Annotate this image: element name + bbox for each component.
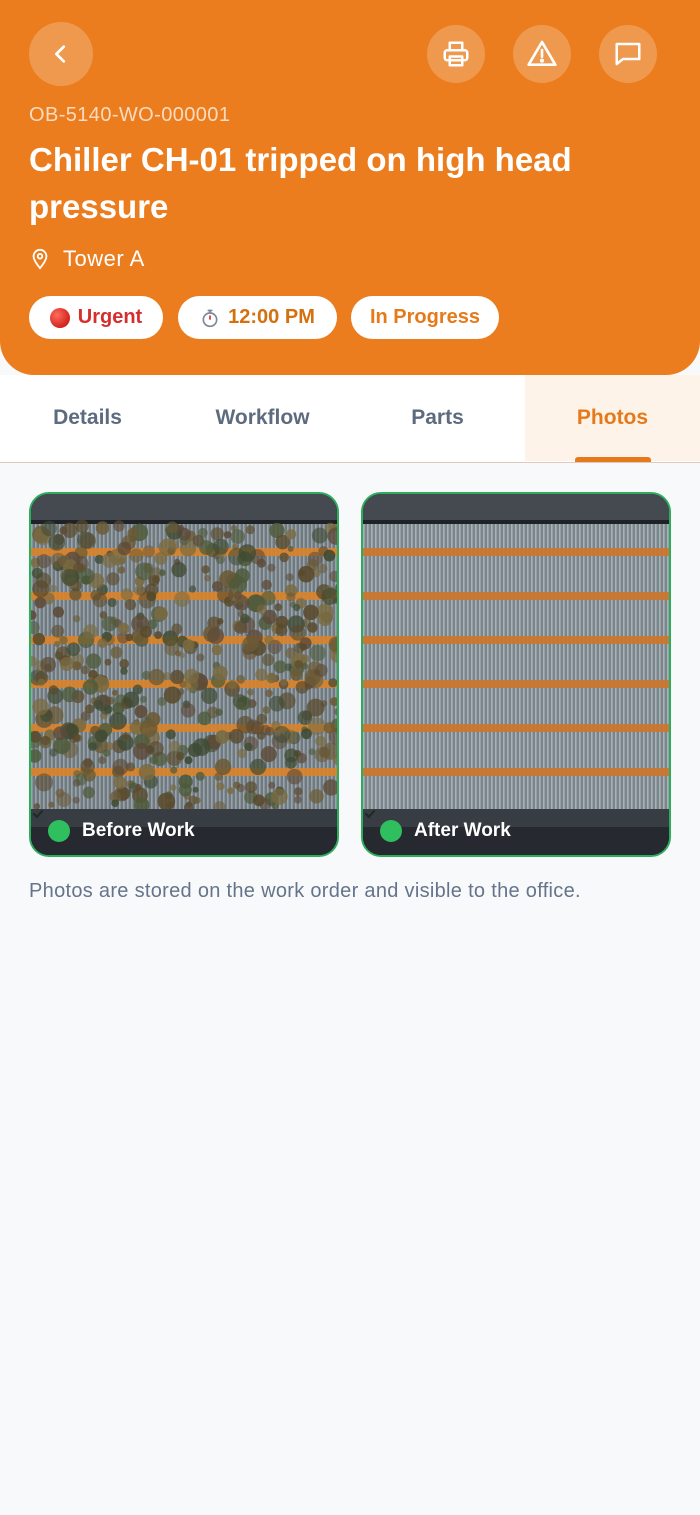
status-badge: In Progress (351, 296, 499, 339)
tab-details[interactable]: Details (0, 375, 175, 461)
work-order-title: Chiller CH-01 tripped on high head press… (29, 141, 572, 225)
chat-button[interactable] (599, 25, 657, 83)
red-circle-icon (49, 307, 70, 328)
due-time-badge: 12:00 PM (178, 296, 337, 339)
work-order-id: OB-5140-WO-000001 (29, 104, 231, 126)
check-circle-icon (364, 810, 402, 842)
tab-bar: Details Workflow Parts Photos (0, 375, 700, 463)
warning-triangle-icon (527, 40, 557, 66)
map-pin-icon (32, 248, 48, 270)
check-circle-icon (32, 810, 70, 842)
work-order-header: OB-5140-WO-000001 Chiller CH-01 tripped … (0, 0, 700, 375)
after-work-caption: After Work (414, 820, 511, 841)
chat-bubble-icon (615, 42, 641, 66)
tab-workflow[interactable]: Workflow (175, 375, 350, 461)
active-tab-indicator (575, 457, 651, 462)
due-time-label: 12:00 PM (228, 306, 315, 328)
photos-note: Photos are stored on the work order and … (29, 880, 581, 902)
priority-badge: Urgent (29, 296, 163, 339)
before-work-photo[interactable]: Before Work (29, 492, 339, 857)
before-coil-image (31, 494, 337, 855)
stopwatch-icon (202, 309, 218, 327)
tab-photos[interactable]: Photos (525, 375, 700, 461)
after-coil-image (363, 494, 669, 855)
location-label: Tower A (63, 246, 145, 271)
chevron-left-icon (55, 45, 66, 63)
tab-parts[interactable]: Parts (350, 375, 525, 461)
after-work-label: After Work (363, 807, 669, 855)
print-button[interactable] (427, 25, 485, 83)
printer-icon (443, 41, 469, 67)
location: Tower A (29, 246, 145, 272)
before-work-label: Before Work (31, 807, 337, 855)
before-work-caption: Before Work (82, 820, 195, 841)
status-label: In Progress (369, 306, 481, 328)
back-button[interactable] (29, 22, 93, 86)
priority-label: Urgent (77, 306, 143, 328)
after-work-photo[interactable]: After Work (361, 492, 671, 857)
report-issue-button[interactable] (513, 25, 571, 83)
